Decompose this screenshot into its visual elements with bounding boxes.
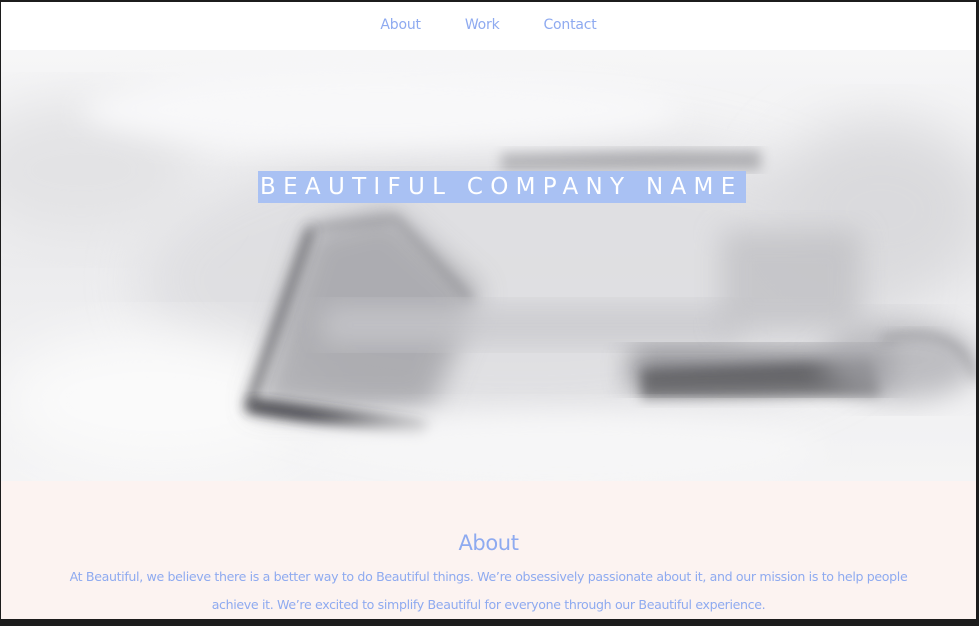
top-navigation: About Work Contact	[1, 2, 976, 50]
nav-link-work[interactable]: Work	[465, 17, 500, 33]
about-section: About At Beautiful, we believe there is …	[1, 481, 976, 619]
hero-section: BEAUTIFUL COMPANY NAME	[1, 50, 976, 481]
hero-background-image	[1, 50, 976, 481]
page: About Work Contact BEAUTIFUL COMPANY NAM…	[1, 2, 976, 619]
nav-link-about[interactable]: About	[380, 17, 421, 33]
nav-link-contact[interactable]: Contact	[543, 17, 596, 33]
company-name-title: BEAUTIFUL COMPANY NAME	[258, 171, 746, 203]
about-heading: About	[458, 531, 519, 555]
about-description: At Beautiful, we believe there is a bett…	[69, 569, 908, 612]
